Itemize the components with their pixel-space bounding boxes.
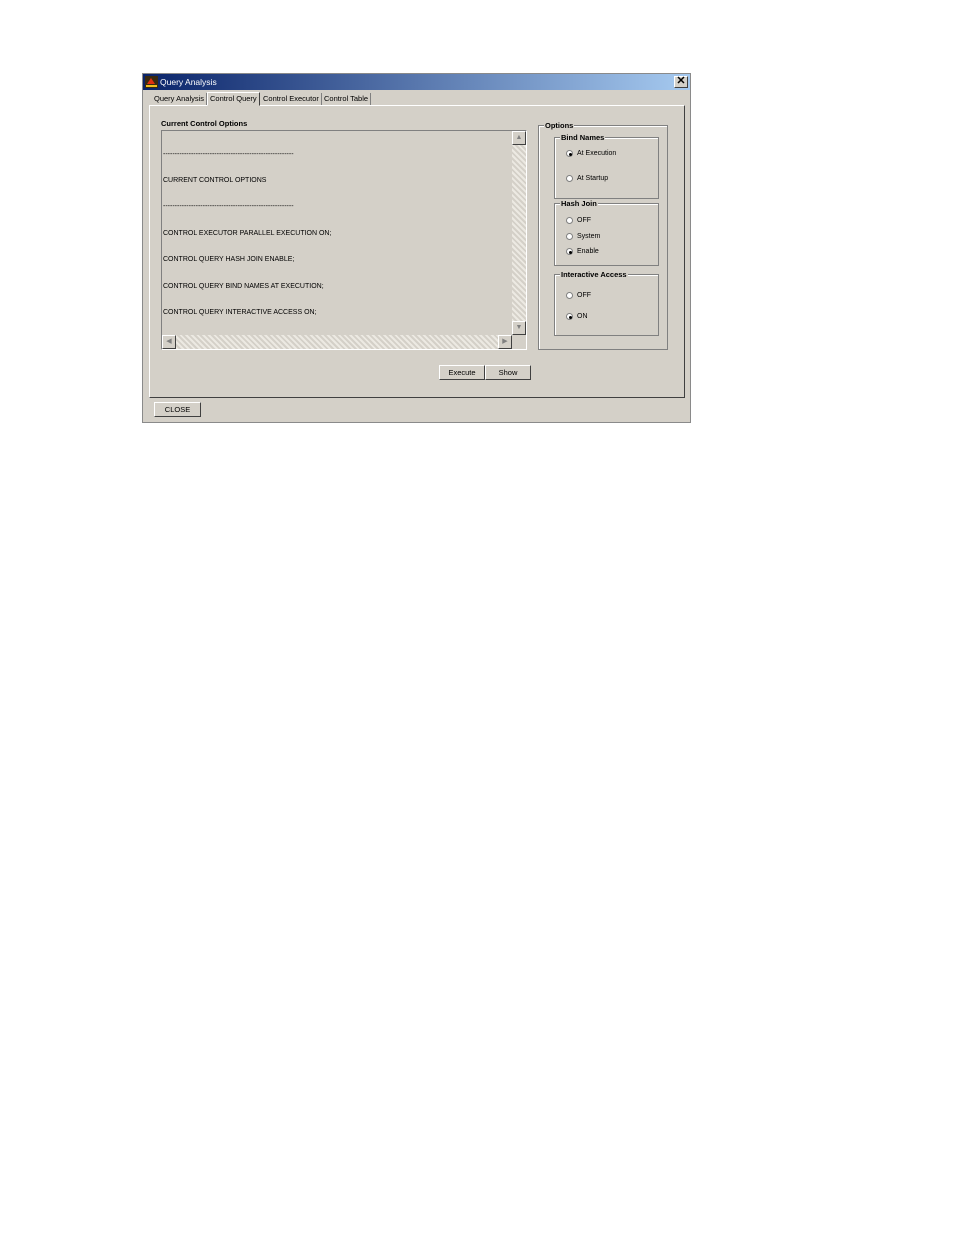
scroll-down-icon[interactable]: ▼ [512, 321, 526, 335]
show-button[interactable]: Show [485, 365, 531, 380]
radio-indicator [566, 217, 573, 224]
tab-control-table[interactable]: Control Table [322, 93, 372, 105]
text-line: CONTROL EXECUTOR PARALLEL EXECUTION ON; [163, 229, 332, 237]
radio-label: System [577, 233, 601, 240]
tab-query-analysis[interactable]: Query Analysis [152, 93, 208, 105]
radio-indicator [566, 233, 573, 240]
options-text-content: ----------------------------------------… [163, 133, 512, 335]
hash-join-group: Hash Join OFF System Enable [554, 199, 659, 266]
radio-selected-dot [568, 152, 572, 156]
control-query-panel: Current Control Options ----------------… [149, 105, 685, 398]
execute-button[interactable]: Execute [439, 365, 485, 380]
radio-selected-dot [568, 250, 572, 254]
close-icon[interactable]: ✕ [674, 76, 688, 88]
radio-indicator [566, 313, 573, 320]
tab-control-executor[interactable]: Control Executor [261, 93, 322, 105]
horizontal-scrollbar[interactable]: ◀ ▶ [162, 335, 512, 349]
text-line: CONTROL QUERY BIND NAMES AT EXECUTION; [163, 282, 324, 290]
text-line: ----------------------------------------… [163, 150, 294, 158]
radio-label: OFF [577, 217, 591, 224]
tab-control-query[interactable]: Control Query [207, 92, 260, 106]
query-analysis-window: Query Analysis ✕ Query Analysis Control … [142, 73, 691, 423]
radio-indicator [566, 248, 573, 255]
text-line: CURRENT CONTROL OPTIONS [163, 176, 267, 184]
radio-indicator [566, 292, 573, 299]
close-button[interactable]: CLOSE [154, 402, 201, 417]
scroll-left-icon[interactable]: ◀ [162, 335, 176, 349]
radio-selected-dot [568, 315, 572, 319]
bind-names-group: Bind Names At Execution At Startup [554, 133, 659, 199]
scroll-up-icon[interactable]: ▲ [512, 131, 526, 145]
text-line: CONTROL QUERY INTERACTIVE ACCESS ON; [163, 308, 317, 316]
radio-label: ON [577, 313, 588, 320]
interactive-access-title: Interactive Access [560, 270, 628, 279]
hash-join-title: Hash Join [560, 199, 598, 208]
title-bar[interactable]: Query Analysis ✕ [143, 74, 690, 90]
radio-label: At Startup [577, 175, 609, 182]
radio-indicator [566, 175, 573, 182]
options-group-title: Options [544, 121, 575, 130]
options-group: Options Bind Names At Execution At Start… [538, 121, 668, 350]
radio-label: Enable [577, 248, 599, 255]
current-control-options-label: Current Control Options [161, 119, 248, 128]
scroll-right-icon[interactable]: ▶ [498, 335, 512, 349]
vertical-scrollbar[interactable]: ▲ ▼ [512, 131, 526, 335]
window-title: Query Analysis [160, 77, 217, 87]
radio-indicator [566, 150, 573, 157]
bind-names-title: Bind Names [560, 133, 606, 142]
text-line: ----------------------------------------… [163, 203, 294, 211]
app-logo-icon [145, 76, 158, 88]
radio-label: OFF [577, 292, 591, 299]
interactive-access-group: Interactive Access OFF ON [554, 270, 659, 336]
text-line: CONTROL QUERY HASH JOIN ENABLE; [163, 256, 295, 264]
current-control-options-text[interactable]: ----------------------------------------… [161, 130, 527, 350]
radio-label: At Execution [577, 150, 617, 157]
